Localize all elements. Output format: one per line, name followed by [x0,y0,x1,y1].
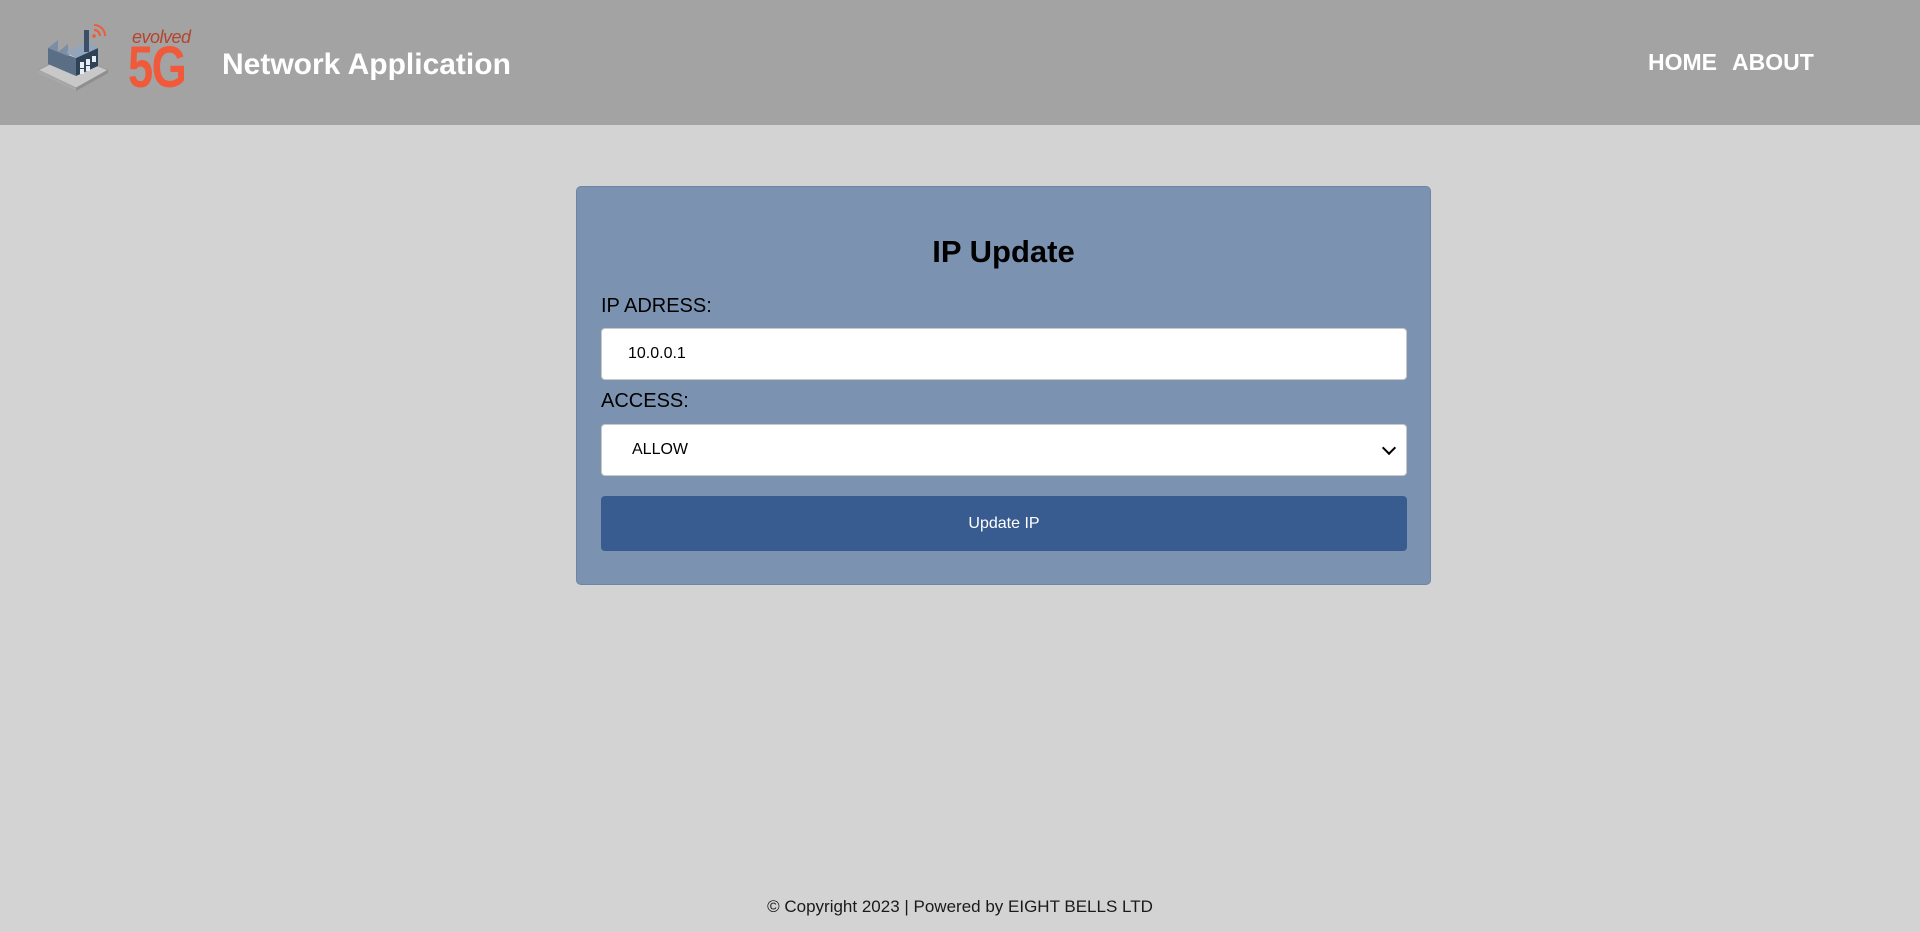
update-ip-button[interactable]: Update IP [601,496,1407,551]
app-title: Network Application [222,48,511,81]
chevron-down-icon [1381,440,1397,456]
nav-home-link[interactable]: HOME [1648,47,1717,77]
factory-icon [36,24,110,91]
ip-update-card: IP Update IP ADRESS: ACCESS: ALLOW Updat… [576,186,1431,585]
header: evolved 5G Network Application HOME ABOU… [0,0,1920,125]
ip-address-label: IP ADRESS: [601,295,712,317]
nav-about-link[interactable]: ABOUT [1732,47,1814,77]
form-title: IP Update [932,234,1075,269]
footer-copyright: © Copyright 2023 | Powered by EIGHT BELL… [767,897,1153,916]
access-selected-value: ALLOW [632,441,689,458]
access-label: ACCESS: [601,390,689,412]
access-select[interactable]: ALLOW [601,424,1407,476]
main-nav: HOME ABOUT [1648,47,1814,77]
evolved-5g-logo[interactable]: evolved 5G [36,24,191,100]
ip-address-input[interactable] [601,328,1407,380]
logo-5g-text: 5G [128,35,187,100]
